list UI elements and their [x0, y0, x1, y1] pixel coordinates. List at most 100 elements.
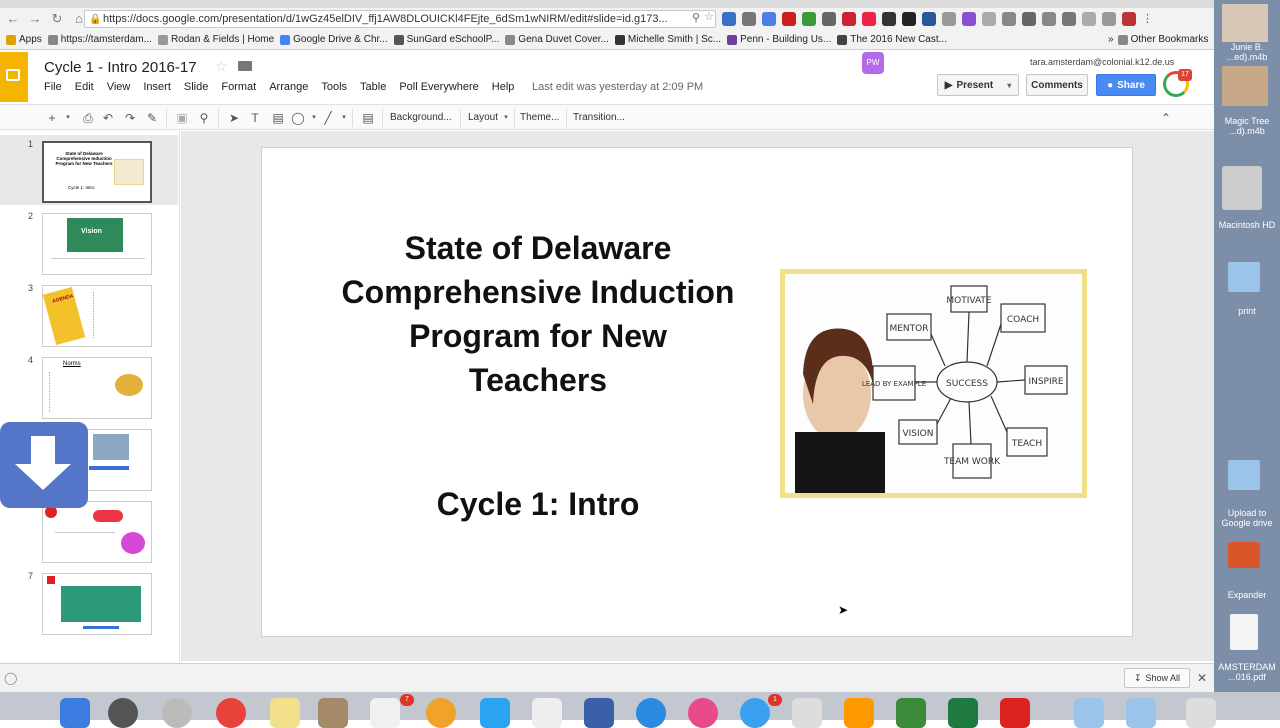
menu-slide[interactable]: Slide	[184, 81, 208, 93]
forward-icon[interactable]: →	[26, 10, 44, 28]
document-title[interactable]: Cycle 1 - Intro 2016-17	[44, 59, 197, 76]
itunes-icon[interactable]	[688, 698, 718, 728]
extension-icon[interactable]	[1042, 12, 1056, 26]
textbox-icon[interactable]: T	[247, 110, 263, 126]
slide-thumbnail[interactable]: 4 Norms	[0, 351, 178, 421]
extension-icon[interactable]	[942, 12, 956, 26]
extension-icon[interactable]	[1122, 12, 1136, 26]
bookmark-item[interactable]: Google Drive & Chr...	[280, 34, 388, 45]
desktop-item-label[interactable]: Magic Tree ...d).m4b	[1214, 116, 1280, 136]
app-icon[interactable]	[584, 698, 614, 728]
chevron-down-icon[interactable]: ▾	[498, 110, 514, 126]
image-icon[interactable]: ▤	[270, 110, 286, 126]
slide-title[interactable]: State of Delaware Comprehensive Inductio…	[338, 226, 738, 402]
chrome-icon[interactable]	[216, 698, 246, 728]
menu-tools[interactable]: Tools	[321, 81, 347, 93]
amazon-icon[interactable]	[844, 698, 874, 728]
download-arrow-overlay[interactable]	[0, 422, 88, 508]
reload-icon[interactable]: ↻	[48, 10, 66, 28]
extension-icon[interactable]	[722, 12, 736, 26]
desktop-item-label[interactable]: Macintosh HD	[1214, 220, 1280, 230]
folder-icon[interactable]	[1074, 698, 1104, 728]
folder-icon[interactable]	[238, 61, 252, 71]
chevron-down-icon[interactable]: ▾	[1007, 81, 1011, 90]
slide[interactable]: State of Delaware Comprehensive Inductio…	[261, 147, 1133, 637]
slide-image[interactable]: MENTOR MOTIVATE COACH LEAD BY EXAMPLE SU…	[780, 269, 1087, 498]
desktop-item-label[interactable]: Upload to Google drive	[1214, 508, 1280, 528]
desktop-item-label[interactable]: Junie B. ...ed).m4b	[1214, 42, 1280, 62]
chevron-down-icon[interactable]: ▾	[336, 110, 352, 126]
bookmark-item[interactable]: Gena Duvet Cover...	[505, 34, 609, 45]
folder-icon[interactable]	[1228, 262, 1260, 292]
paint-format-icon[interactable]: ✎	[144, 110, 160, 126]
extension-icon[interactable]	[962, 12, 976, 26]
theme-button[interactable]: Theme...	[520, 110, 559, 126]
extension-icon[interactable]	[1002, 12, 1016, 26]
menu-edit[interactable]: Edit	[75, 81, 94, 93]
bookmark-item[interactable]: Michelle Smith | Sc...	[614, 34, 721, 45]
back-icon[interactable]: ←	[4, 10, 22, 28]
excel-icon[interactable]	[948, 698, 978, 728]
shape-icon[interactable]: ◯	[290, 110, 306, 126]
acrobat-icon[interactable]	[1000, 698, 1030, 728]
line-icon[interactable]: ╱	[320, 110, 336, 126]
slide-thumbnail[interactable]: 3 AGENDA	[0, 279, 178, 349]
extension-icon[interactable]	[742, 12, 756, 26]
url-field[interactable]: 🔒 https://docs.google.com/presentation/d…	[84, 10, 716, 28]
user-email[interactable]: tara.amsterdam@colonial.k12.de.us	[1030, 57, 1174, 67]
bookmark-item[interactable]: https://tamsterdam...	[47, 34, 152, 45]
extension-icon[interactable]	[922, 12, 936, 26]
star-icon[interactable]: ☆	[215, 58, 228, 75]
app-store-icon[interactable]	[740, 698, 770, 728]
app-icon[interactable]	[896, 698, 926, 728]
extension-icon[interactable]	[862, 12, 876, 26]
twitter-icon[interactable]	[480, 698, 510, 728]
app-icon[interactable]	[318, 698, 348, 728]
menu-poll-everywhere[interactable]: Poll Everywhere	[399, 81, 478, 93]
pdf-file-icon[interactable]	[1230, 614, 1258, 650]
menu-view[interactable]: View	[107, 81, 131, 93]
finder-icon[interactable]	[60, 698, 90, 728]
app-icon[interactable]	[636, 698, 666, 728]
notifications-icon[interactable]: 17	[1163, 69, 1192, 97]
extension-icon[interactable]	[762, 12, 776, 26]
folder-icon[interactable]	[1126, 698, 1156, 728]
extension-icon[interactable]	[1102, 12, 1116, 26]
extension-icon[interactable]	[1062, 12, 1076, 26]
bookmark-item[interactable]: The 2016 New Cast...	[837, 34, 947, 45]
desktop-item-label[interactable]: print	[1214, 306, 1280, 316]
app-icon[interactable]	[792, 698, 822, 728]
extension-icon[interactable]	[802, 12, 816, 26]
slides-logo[interactable]	[0, 52, 28, 102]
audiobook-icon[interactable]	[1222, 4, 1268, 42]
extension-icon[interactable]	[902, 12, 916, 26]
close-icon[interactable]: ✕	[1197, 671, 1207, 685]
menu-arrange[interactable]: Arrange	[269, 81, 308, 93]
select-icon[interactable]: ➤	[226, 110, 242, 126]
app-icon[interactable]	[108, 698, 138, 728]
comment-icon[interactable]: ▤	[360, 110, 376, 126]
app-icon[interactable]	[532, 698, 562, 728]
poll-everywhere-icon[interactable]: PW	[862, 52, 884, 74]
bookmark-item[interactable]: SunGard eSchoolP...	[393, 34, 499, 45]
slide-subtitle[interactable]: Cycle 1: Intro	[338, 486, 738, 523]
collapse-icon[interactable]: ⌃	[1158, 110, 1174, 126]
bookmark-item[interactable]: Apps	[6, 34, 42, 45]
show-all-button[interactable]: ↧ Show All	[1124, 668, 1190, 688]
pinterest-icon[interactable]	[782, 12, 796, 26]
background-button[interactable]: Background...	[390, 110, 452, 126]
chrome-menu-icon[interactable]: ⋮	[1142, 12, 1153, 26]
extension-icon[interactable]	[842, 12, 856, 26]
audiobook-icon[interactable]	[1222, 66, 1268, 106]
menu-file[interactable]: File	[44, 81, 62, 93]
comments-button[interactable]: Comments	[1026, 74, 1088, 96]
safari-icon[interactable]	[162, 698, 192, 728]
desktop-item-label[interactable]: Expander	[1214, 590, 1280, 600]
present-button[interactable]: ▶ Present ▾	[937, 74, 1019, 96]
transition-button[interactable]: Transition...	[573, 110, 625, 126]
print-icon[interactable]: ⎙	[80, 110, 96, 126]
zoom-fit-icon[interactable]: ▣	[174, 110, 190, 126]
notes-icon[interactable]	[270, 698, 300, 728]
zoom-icon[interactable]: ⚲	[692, 11, 700, 24]
zoom-icon[interactable]: ⚲	[196, 110, 212, 126]
